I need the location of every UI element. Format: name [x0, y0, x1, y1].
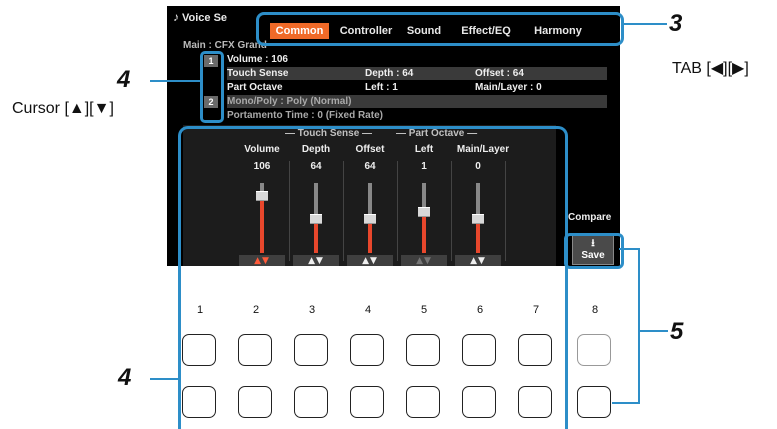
panel-button-1-up[interactable]	[182, 334, 216, 366]
voice-icon: ♪	[173, 10, 179, 24]
param-row-volume[interactable]: Volume : 106	[227, 53, 607, 66]
panel-button-6-up[interactable]	[462, 334, 496, 366]
window-title: ♪ Voice Se	[173, 10, 228, 24]
panel-button-3-down[interactable]	[294, 386, 328, 418]
main-voice-label: Main : CFX Grand	[183, 40, 267, 51]
panel-button-3-up[interactable]	[294, 334, 328, 366]
button-number-3: 3	[308, 304, 316, 316]
panel-button-5-up[interactable]	[406, 334, 440, 366]
step-number-4-bottom: 4	[118, 364, 132, 391]
panel-button-7-down[interactable]	[518, 386, 552, 418]
step-number-3: 3	[669, 10, 683, 37]
leader-line-4-top	[150, 80, 200, 82]
button-number-1: 1	[196, 304, 204, 316]
leader-line-5b	[638, 248, 640, 404]
panel-button-2-down[interactable]	[238, 386, 272, 418]
param-row-mono-poly[interactable]: Mono/Poly : Poly (Normal)	[227, 95, 607, 108]
button-number-6: 6	[476, 304, 484, 316]
leader-line-3	[621, 23, 667, 25]
step-number-5: 5	[670, 318, 684, 345]
step-number-4-top: 4	[117, 66, 131, 93]
panel-button-4-up[interactable]	[350, 334, 384, 366]
button-number-4: 4	[364, 304, 372, 316]
cursor-callout-box	[200, 51, 224, 123]
param-row-portamento[interactable]: Portamento Time : 0 (Fixed Rate)	[227, 109, 607, 122]
param-row-part-octave[interactable]: Part Octave Left : 1 Main/Layer : 0	[227, 81, 607, 94]
panel-button-1-down[interactable]	[182, 386, 216, 418]
tab-callout-box	[256, 12, 624, 46]
panel-button-8-down[interactable]	[577, 386, 611, 418]
cursor-key-label: Cursor [▲][▼]	[12, 100, 114, 117]
leader-line-5a	[619, 248, 639, 250]
panel-button-7-up[interactable]	[518, 334, 552, 366]
tab-key-label: TAB [◀][▶]	[672, 60, 749, 77]
save-callout-box	[564, 233, 624, 269]
button-number-7: 7	[532, 304, 540, 316]
panel-button-2-up[interactable]	[238, 334, 272, 366]
button-number-2: 2	[252, 304, 260, 316]
panel-button-6-down[interactable]	[462, 386, 496, 418]
param-row-touch-sense[interactable]: Touch Sense Depth : 64 Offset : 64	[227, 67, 607, 80]
button-number-8: 8	[591, 304, 599, 316]
compare-button[interactable]: Compare	[568, 212, 611, 223]
panel-button-4-down[interactable]	[350, 386, 384, 418]
panel-button-5-down[interactable]	[406, 386, 440, 418]
panel-button-8-up[interactable]	[577, 334, 611, 366]
leader-line-5d	[640, 330, 668, 332]
slider-callout-box	[178, 126, 568, 429]
leader-line-5c	[612, 402, 640, 404]
leader-line-4-bottom	[150, 378, 178, 380]
button-number-5: 5	[420, 304, 428, 316]
